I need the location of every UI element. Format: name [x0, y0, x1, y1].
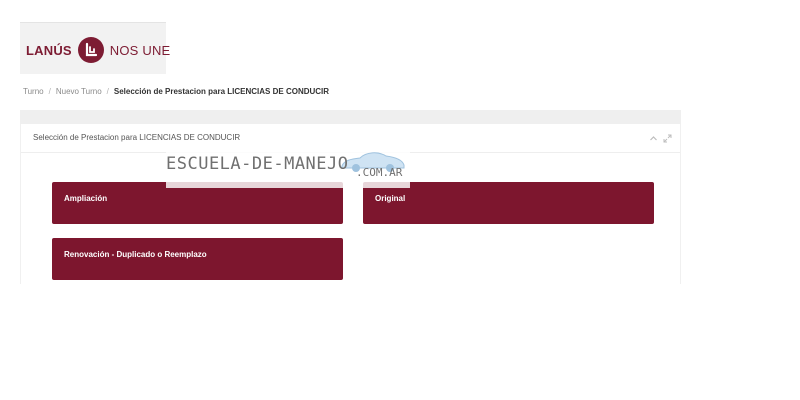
- option-original-button[interactable]: Original: [363, 182, 654, 224]
- option-ampliacion-button[interactable]: Ampliación: [52, 182, 343, 224]
- watermark-suffix: .COM.AR: [356, 166, 403, 179]
- watermark: ESCUELA-DE-MANEJO .COM.AR: [166, 148, 410, 188]
- logo-text-left: LANÚS: [26, 42, 72, 58]
- lanus-logo[interactable]: LANÚS NOS UNE: [26, 36, 170, 64]
- option-renovacion-button[interactable]: Renovación - Duplicado o Reemplazo: [52, 238, 343, 280]
- panel-controls: [649, 134, 672, 145]
- panel-title: Selección de Prestacion para LICENCIAS D…: [33, 133, 241, 142]
- breadcrumb-separator: /: [48, 87, 51, 96]
- breadcrumb-current: Selección de Prestacion para LICENCIAS D…: [113, 87, 330, 96]
- breadcrumb-item-nuevo-turno[interactable]: Nuevo Turno: [56, 87, 102, 96]
- page: LANÚS NOS UNE Turno / Nuevo Turno / Sele…: [0, 0, 800, 400]
- chevron-up-icon[interactable]: [649, 134, 658, 145]
- watermark-text: ESCUELA-DE-MANEJO: [166, 154, 349, 174]
- breadcrumb: Turno / Nuevo Turno / Selección de Prest…: [23, 87, 329, 96]
- content-top-bar: [20, 110, 681, 124]
- expand-icon[interactable]: [663, 134, 672, 145]
- breadcrumb-item-turno[interactable]: Turno: [23, 87, 44, 96]
- logo-mark-icon: [77, 37, 104, 63]
- logo-text-right: NOS UNE: [109, 42, 171, 58]
- breadcrumb-separator: /: [106, 87, 109, 96]
